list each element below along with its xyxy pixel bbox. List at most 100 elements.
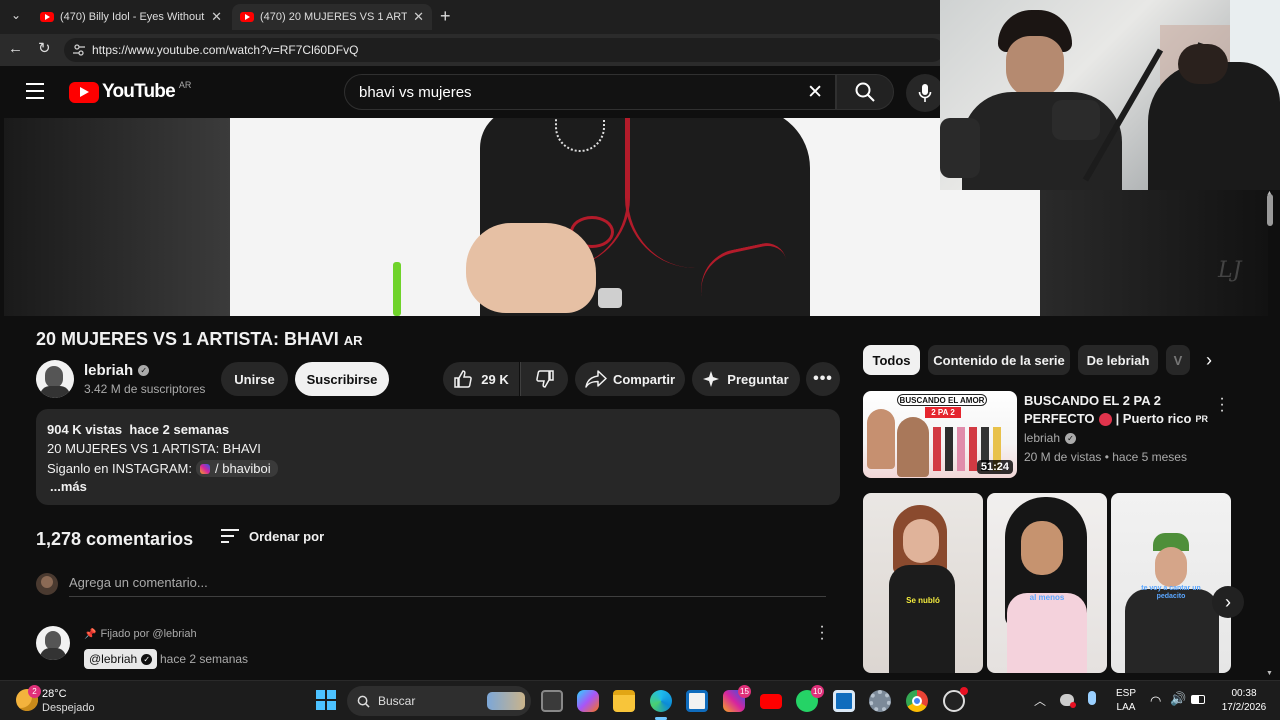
pinned-by-text: Fijado por @lebriah (100, 628, 197, 640)
comment-author-chip[interactable]: @lebriah ✓ (84, 649, 158, 669)
microsoft-store-icon[interactable] (686, 690, 708, 712)
whatsapp-icon[interactable]: 10 (796, 685, 824, 712)
scrollbar-thumb[interactable] (1267, 194, 1273, 226)
search-button[interactable] (836, 74, 894, 110)
chip-partial[interactable]: V (1166, 345, 1190, 375)
close-tab-icon[interactable]: ✕ (413, 9, 424, 25)
country-code: AR (178, 80, 192, 90)
tab-bhavi-video[interactable]: (470) 20 MUJERES VS 1 ARTISTA: BHAVI ✕ (232, 4, 432, 30)
page-scrollbar[interactable]: ▲ ▼ (1266, 190, 1274, 678)
channel-name-text: lebriah (84, 362, 134, 379)
chips-next-chevron-icon[interactable]: › (1196, 345, 1222, 375)
channel-name[interactable]: lebriah ✓ (84, 362, 150, 379)
comment-author-name: @lebriah (89, 652, 138, 666)
subscribe-label: Suscribirse (306, 371, 378, 387)
tab-billy-idol[interactable]: (470) Billy Idol - Eyes Without A Face ✕ (32, 4, 230, 30)
reload-icon[interactable]: ↻ (38, 39, 51, 57)
comment-menu-icon[interactable]: · · · (818, 619, 826, 647)
youtube-app-icon[interactable] (760, 694, 782, 709)
instagram-link[interactable]: / bhaviboi (195, 460, 278, 477)
video-title-suffix: AR (343, 333, 363, 348)
add-comment-input[interactable]: Agrega un comentario... (69, 575, 826, 597)
channel-avatar[interactable] (36, 360, 74, 398)
rec-menu-icon[interactable]: · · · (1218, 391, 1226, 419)
input-language[interactable]: ESP LAA (1112, 687, 1140, 715)
task-view-icon[interactable] (541, 690, 563, 712)
chrome-icon[interactable] (906, 690, 928, 712)
taskbar-search-label: Buscar (378, 694, 416, 708)
chip-todos[interactable]: Todos (863, 345, 920, 375)
sort-comments-button[interactable]: Ordenar por (220, 528, 324, 544)
settings-gear-icon[interactable] (869, 690, 891, 712)
short-card[interactable]: Se nubló (863, 493, 983, 673)
rec-stats: 20 M de vistas • hace 5 meses (1024, 450, 1187, 464)
obs-recording-icon[interactable] (943, 687, 968, 712)
description-box[interactable]: 904 K vistas hace 2 semanas 20 MUJERES V… (36, 409, 840, 505)
rec-channel[interactable]: lebriah ✓ (1024, 431, 1077, 445)
youtube-favicon-icon (240, 12, 254, 22)
thumb-subbanner: 2 PA 2 (925, 407, 961, 418)
edge-browser-icon[interactable] (650, 690, 672, 712)
taskbar-search[interactable]: Buscar (347, 686, 531, 716)
dislike-button[interactable] (520, 362, 568, 396)
tab-list-chevron-icon[interactable]: ⌄ (6, 8, 26, 26)
scroll-down-arrow-icon[interactable]: ▼ (1266, 670, 1274, 678)
app-window-icon[interactable] (833, 690, 855, 712)
share-button[interactable]: Compartir (575, 362, 685, 396)
comment-author-avatar[interactable] (36, 626, 70, 660)
thumbs-down-icon (535, 370, 554, 388)
rec-title-line1: BUSCANDO EL 2 PA 2 (1024, 393, 1162, 408)
search-icon (855, 82, 875, 102)
description-line2: Siganlo en INSTAGRAM: / bhaviboi (47, 460, 278, 477)
site-info-icon[interactable] (72, 43, 86, 57)
voice-search-button[interactable] (906, 74, 944, 112)
chip-label: V (1173, 352, 1183, 368)
battery-icon[interactable] (1191, 695, 1205, 704)
rec-flag: PR (1195, 414, 1208, 424)
copilot-icon[interactable] (577, 690, 599, 712)
show-hidden-icons-chevron-icon[interactable]: ︿ (1034, 692, 1046, 709)
clock-time: 00:38 (1231, 688, 1257, 699)
clock[interactable]: 00:38 17/2/2026 (1214, 687, 1274, 715)
pin-icon: 📌 (84, 628, 97, 640)
volume-icon[interactable]: 🔊 (1170, 691, 1186, 707)
short-card[interactable]: al menos (987, 493, 1107, 673)
join-button[interactable]: Unirse (221, 362, 288, 396)
search-input[interactable]: bhavi vs mujeres ✕ (344, 74, 836, 110)
tray-app-icon[interactable] (1060, 694, 1076, 708)
url-field[interactable]: https://www.youtube.com/watch?v=RF7Cl60D… (64, 38, 944, 62)
description-instagram-label: Siganlo en INSTAGRAM: (47, 461, 192, 476)
comment-count: 1,278 comentarios (36, 529, 194, 549)
like-button[interactable]: 29 K (443, 362, 519, 396)
show-more-link[interactable]: ...más (50, 479, 87, 494)
youtube-play-logo-icon (69, 81, 99, 103)
short-card[interactable]: te voy a cantar un pedacito (1111, 493, 1231, 673)
wifi-icon[interactable]: ◠ (1150, 693, 1161, 709)
shorts-next-button[interactable]: › (1212, 586, 1244, 618)
back-arrow-icon[interactable]: ← (8, 40, 23, 57)
video-title: 20 MUJERES VS 1 ARTISTA: BHAVI AR (36, 329, 363, 350)
new-tab-plus-icon[interactable]: + (440, 6, 451, 27)
recommended-video-thumbnail[interactable]: BUSCANDO EL AMOR 2 PA 2 51:24 (863, 391, 1017, 478)
green-item (393, 262, 401, 316)
start-button[interactable] (316, 690, 336, 710)
youtube-logo-text: YouTube (102, 81, 176, 102)
clear-search-icon[interactable]: ✕ (807, 81, 823, 104)
chip-contenido-serie[interactable]: Contenido de la serie (928, 345, 1070, 375)
sort-icon (221, 529, 239, 543)
recommended-video-title[interactable]: BUSCANDO EL 2 PA 2 PERFECTO | Puerto ric… (1024, 392, 1214, 428)
youtube-favicon-icon (40, 12, 54, 22)
more-actions-button[interactable]: ••• (806, 362, 840, 396)
file-explorer-icon[interactable] (613, 690, 635, 712)
hamburger-menu-icon[interactable] (26, 83, 44, 99)
more-horizontal-icon: ••• (813, 370, 833, 387)
ask-button[interactable]: Preguntar (692, 362, 800, 396)
close-tab-icon[interactable]: ✕ (211, 9, 222, 25)
subscribe-button[interactable]: Suscribirse (295, 362, 389, 396)
chip-de-lebriah[interactable]: De lebriah (1078, 345, 1158, 375)
sparkle-icon (703, 371, 720, 387)
microphone-tray-icon[interactable] (1088, 691, 1096, 705)
youtube-logo[interactable]: YouTube AR (69, 80, 192, 103)
instagram-icon[interactable]: 15 (723, 685, 751, 712)
weather-widget[interactable]: 2 28°C Despejado (14, 685, 124, 716)
